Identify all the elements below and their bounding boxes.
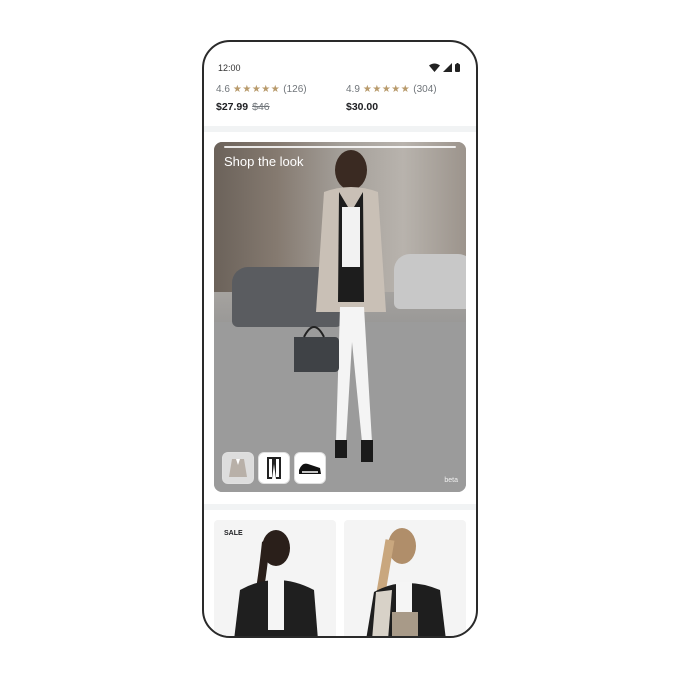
jacket-icon xyxy=(229,459,247,477)
product-rating-1: 4.6 ★★★★★ (126) xyxy=(216,84,307,95)
rating-value: 4.6 xyxy=(216,84,230,95)
look-thumbnails xyxy=(222,452,326,484)
current-price: $30.00 xyxy=(346,101,379,113)
section-divider xyxy=(204,126,476,132)
jeans-thumbnail[interactable] xyxy=(258,452,290,484)
jeans-icon xyxy=(267,457,281,479)
star-rating-icon: ★★★★★ xyxy=(232,84,281,95)
signal-icon xyxy=(443,63,452,72)
status-icons xyxy=(429,63,460,72)
model-photo xyxy=(294,150,386,462)
product-tile-2[interactable] xyxy=(344,520,466,636)
wifi-icon xyxy=(429,63,440,72)
look-progress-bar xyxy=(224,146,456,148)
jacket-thumbnail[interactable] xyxy=(222,452,254,484)
product-price-1: $27.99 $46 xyxy=(216,101,270,113)
review-count: (126) xyxy=(283,84,307,95)
product-rating-2: 4.9 ★★★★★ (304) xyxy=(346,84,437,95)
shoe-icon xyxy=(299,463,321,474)
star-rating-icon: ★★★★★ xyxy=(362,84,411,95)
car-right xyxy=(394,254,466,309)
review-count: (304) xyxy=(413,84,437,95)
shop-the-look-card[interactable]: Shop the look beta xyxy=(214,142,466,492)
original-price: $46 xyxy=(252,101,270,113)
product-photo xyxy=(234,530,318,636)
status-bar: 12:00 xyxy=(204,42,476,73)
phone-frame: 12:00 4.6 ★★★★★ (126) $27.99 $46 4.9 ★★★★… xyxy=(202,40,478,638)
status-time: 12:00 xyxy=(218,63,241,73)
product-photo xyxy=(366,528,446,636)
battery-icon xyxy=(455,63,460,72)
section-divider xyxy=(204,504,476,510)
product-tile-1[interactable]: SALE xyxy=(214,520,336,636)
rating-value: 4.9 xyxy=(346,84,360,95)
product-price-2: $30.00 xyxy=(346,101,378,113)
shop-the-look-title: Shop the look xyxy=(224,154,304,169)
current-price: $27.99 xyxy=(216,101,249,113)
sale-badge: SALE xyxy=(224,530,243,537)
beta-label: beta xyxy=(444,477,458,484)
shoes-thumbnail[interactable] xyxy=(294,452,326,484)
